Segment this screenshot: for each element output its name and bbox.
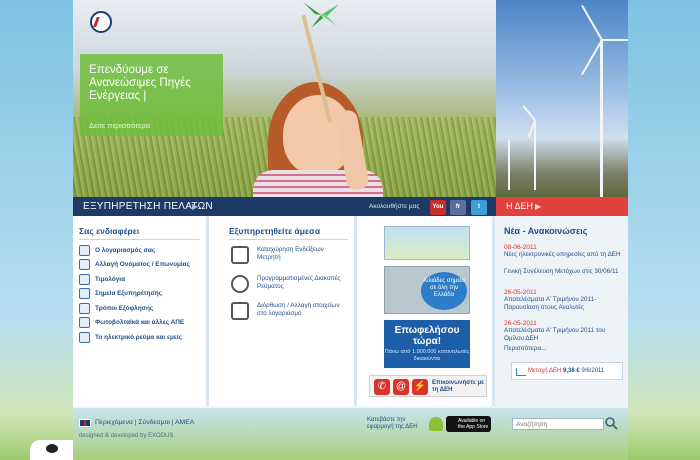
clock-icon <box>231 275 249 293</box>
promo-headline: Επωφελήσου τώρα! <box>394 325 460 347</box>
footer-links[interactable]: Περιεχόμενα | Σύνδεσμοι | ΑΜΕΑ <box>95 419 194 426</box>
news-item[interactable]: 26-05-2011 Αποτελέσματα Α' Τριμήνου 2011… <box>504 289 622 311</box>
location-icon <box>79 288 90 299</box>
divider <box>79 239 200 240</box>
pinwheel-icon <box>303 2 339 28</box>
deh-logo[interactable] <box>90 11 112 33</box>
follow-us-label: Ακολουθήστε μας <box>369 203 420 210</box>
lightbulb-icon <box>79 332 90 343</box>
interest-label: Τρόποι Εξόφλησης <box>95 305 154 312</box>
interest-label: Ο λογαριασμός σας <box>95 247 156 254</box>
news-title-link[interactable]: Αποτελέσματα Α' Τριμήνου 2011 του Ομίλου… <box>504 327 622 342</box>
news-item[interactable]: Γενική Συνέλευση Μετόχων στις 30/06/11 <box>504 268 622 276</box>
tariff-icon <box>79 274 90 285</box>
deh-label[interactable]: Η ΔΕΗ <box>506 201 533 211</box>
contact-label[interactable]: Επικοινωνήστε με τη ΔΕΗ <box>432 380 486 394</box>
stock-value: 9,38 € <box>562 368 580 374</box>
news-title-link[interactable]: Γενική Συνέλευση Μετόχων στις 30/06/11 <box>504 268 622 276</box>
deh-bar[interactable]: Η ΔΕΗ ▶ <box>496 197 628 216</box>
site-container: Επενδύουμε σε Ανανεώσιμες Πηγές Ενέργεια… <box>73 0 628 460</box>
email-icon[interactable]: @ <box>393 379 409 395</box>
news-more-link[interactable]: Περισσότερα... <box>504 345 547 352</box>
divider <box>229 239 348 240</box>
interest-item[interactable]: Τιμολόγια <box>79 274 125 285</box>
chart-icon <box>516 368 526 376</box>
direct-title: Εξυπηρετηθείτε άμεσα <box>229 226 321 236</box>
interest-label: Το ηλεκτρικό ρεύμα και εμείς <box>95 334 182 341</box>
interest-item[interactable]: Ο λογαριασμός σας <box>79 245 155 256</box>
youtube-icon[interactable]: You Tube <box>430 200 446 225</box>
direct-item[interactable]: Καταχώρηση Ενδείξεων Μετρητή <box>231 246 341 264</box>
interest-item[interactable]: Σημεία Εξυπηρέτησης <box>79 288 162 299</box>
promo-subtext: Πάνω από 1.000.000 καταναλωτές δικαιούντ… <box>384 349 470 362</box>
interest-item[interactable]: Το ηλεκτρικό ρεύμα και εμείς <box>79 332 182 343</box>
direct-item[interactable]: Προγραμματισμένες Διακοπές Ρεύματος <box>231 275 341 293</box>
bird-banner[interactable] <box>384 226 470 260</box>
search-icon[interactable] <box>604 416 618 430</box>
interest-label: Τιμολόγια <box>95 276 126 283</box>
hero-caption: Επενδύουμε σε Ανανεώσιμες Πηγές Ενέργεια… <box>80 54 223 136</box>
power-icon[interactable]: ⚡ <box>412 379 428 395</box>
android-icon[interactable] <box>429 417 443 431</box>
download-app-text: Κατεβάστε την εφαρμογή της ΔΕΗ <box>367 417 418 430</box>
promo-banner[interactable]: Επωφελήσου τώρα! Πάνω από 1.000.000 κατα… <box>384 320 470 368</box>
list-edit-icon <box>231 302 249 320</box>
news-date: 08-06-2011 <box>504 244 537 251</box>
hero-more-link[interactable]: Δείτε περισσότερα <box>89 121 150 130</box>
direct-item[interactable]: Διόρθωση / Αλλαγή στοιχείων στο λογαριασ… <box>231 302 341 320</box>
designed-by[interactable]: designed & developed by EXODUS <box>79 433 173 439</box>
twitter-icon[interactable]: t <box>471 200 487 215</box>
interests-title: Σας ενδιαφέρει <box>79 226 140 236</box>
news-title-link[interactable]: Αποτελέσματα Α' Τριμήνου 2011-Παρουσίαση… <box>504 296 622 311</box>
interest-label: Σημεία Εξυπηρέτησης <box>95 290 162 297</box>
stock-ticker[interactable]: Μετοχή ΔΕΗ 9,38 € 9/6/2011 <box>511 362 623 380</box>
uk-flag-icon[interactable] <box>79 419 91 427</box>
direct-label: Καταχώρηση Ενδείξεων Μετρητή <box>257 246 324 261</box>
arrow-right-icon: ▶ <box>535 202 542 211</box>
news-title-link[interactable]: Νέες ηλεκτρονικές υπηρεσίες από τη ΔΕΗ <box>504 251 622 259</box>
friendfeed-icon[interactable]: fr <box>450 200 466 215</box>
solar-panel-icon <box>79 317 90 328</box>
news-title: Νέα - Ανακοινώσεις <box>504 226 588 236</box>
payment-icon <box>79 303 90 314</box>
news-date: 26-05-2011 <box>504 320 537 327</box>
direct-label: Διόρθωση / Αλλαγή στοιχείων στο λογαριασ… <box>257 302 340 317</box>
map-banner[interactable]: Χιλιάδες σημεία σε όλη την Ελλάδα <box>384 266 470 314</box>
interest-item[interactable]: Αλλαγή Ονόματος / Επωνυμίας <box>79 259 190 270</box>
footer: Περιεχόμενα | Σύνδεσμοι | ΑΜΕΑ designed … <box>73 408 628 460</box>
hero-banner[interactable]: Επενδύουμε σε Ανανεώσιμες Πηγές Ενέργεια… <box>73 0 496 197</box>
hero-headline: Επενδύουμε σε Ανανεώσιμες Πηγές Ενέργεια… <box>89 63 191 102</box>
arrow-right-icon: ▶ <box>192 202 199 211</box>
news-item[interactable]: 26-05-2011 Αποτελέσματα Α' Τριμήνου 2011… <box>504 320 622 342</box>
news-date: 26-05-2011 <box>504 289 537 296</box>
stock-date: 9/6/2011 <box>581 368 605 374</box>
right-scenery <box>628 0 700 460</box>
interest-label: Αλλαγή Ονόματος / Επωνυμίας <box>95 261 190 268</box>
phone-icon[interactable]: ✆ <box>374 379 390 395</box>
document-icon <box>79 245 90 256</box>
stock-label: Μετοχή ΔΕΗ <box>528 368 562 374</box>
interest-label: Φωτοβολταϊκά και άλλες ΑΠΕ <box>95 319 185 326</box>
app-store-badge[interactable]: Available on the App Store <box>446 416 491 432</box>
interest-item[interactable]: Φωτοβολταϊκά και άλλες ΑΠΕ <box>79 317 184 328</box>
direct-label: Προγραμματισμένες Διακοπές Ρεύματος <box>257 275 341 290</box>
contact-bar[interactable]: ✆ @ ⚡ Επικοινωνήστε με τη ΔΕΗ <box>369 375 487 397</box>
wind-turbines-image[interactable] <box>496 0 628 197</box>
left-scenery <box>0 0 73 460</box>
interest-item[interactable]: Τρόποι Εξόφλησης <box>79 303 153 314</box>
search-input[interactable] <box>512 418 604 430</box>
meter-download-icon <box>231 246 249 264</box>
user-edit-icon <box>79 259 90 270</box>
news-item[interactable]: 08-06-2011 Νέες ηλεκτρονικές υπηρεσίες α… <box>504 244 622 259</box>
map-banner-text: Χιλιάδες σημεία σε όλη την Ελλάδα <box>421 272 467 310</box>
